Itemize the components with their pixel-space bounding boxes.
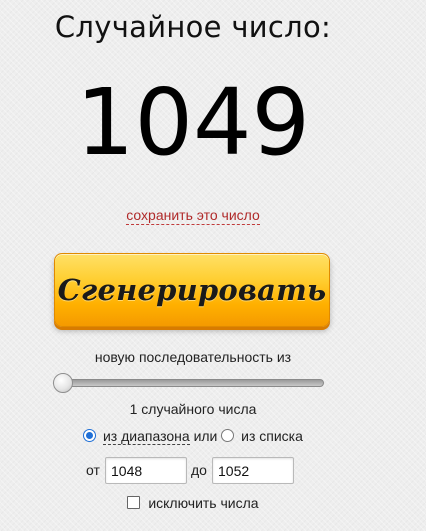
source-connector: или [193, 428, 218, 444]
range-inputs: от до [0, 455, 386, 485]
count-slider-handle[interactable] [53, 373, 73, 393]
range-from-label: от [86, 462, 100, 478]
range-from-input[interactable] [105, 457, 187, 484]
exclude-checkbox[interactable] [127, 496, 141, 509]
radio-range-label[interactable]: из диапазона [102, 428, 190, 445]
range-to-input[interactable] [212, 457, 294, 484]
count-slider-track[interactable] [56, 379, 324, 387]
range-to-label: до [191, 462, 207, 478]
sequence-label: новую последовательность из [94, 349, 292, 365]
generate-button[interactable]: Сгенерировать [54, 253, 330, 327]
exclude-label[interactable]: исключить числа [148, 495, 258, 511]
count-text: 1 случайного числа [129, 401, 257, 417]
source-selector: из диапазона или из списка [0, 428, 386, 445]
random-number-display: 1049 [75, 69, 311, 176]
save-number-container: сохранить это число [0, 207, 386, 225]
radio-range[interactable] [83, 429, 97, 442]
page-title: Случайное число: [54, 10, 332, 44]
generate-button-label: Сгенерировать [57, 273, 327, 307]
save-number-link[interactable]: сохранить это число [126, 207, 260, 225]
radio-list-label[interactable]: из списка [241, 428, 303, 444]
radio-list[interactable] [221, 429, 235, 442]
exclude-option: исключить числа [0, 495, 386, 511]
